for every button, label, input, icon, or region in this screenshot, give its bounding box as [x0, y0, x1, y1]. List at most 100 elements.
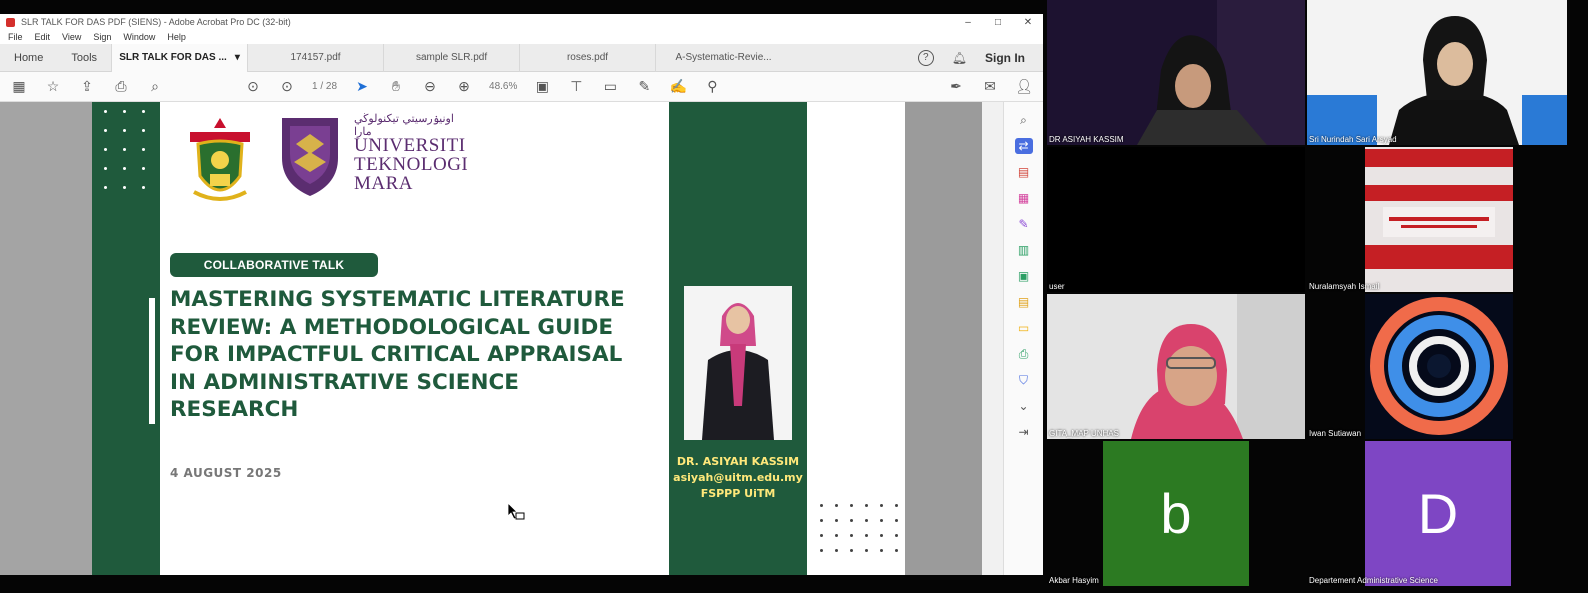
menu-help[interactable]: Help	[167, 32, 186, 42]
doc-tab-label: SLR TALK FOR DAS ...	[119, 52, 227, 63]
select-cursor-icon[interactable]: ➤	[353, 78, 371, 96]
university-name-line2: TEKNOLOGI	[354, 154, 469, 175]
menu-edit[interactable]: Edit	[35, 32, 51, 42]
create-pdf-icon[interactable]: ▤	[1015, 164, 1033, 180]
zoom-level-dropdown[interactable]: 48.6%	[489, 81, 517, 92]
participant-tile[interactable]: Sri Nurindah Sari Arsyad	[1307, 0, 1567, 145]
protect-icon[interactable]: ⛉	[1015, 372, 1033, 388]
doc-tab-label: 174157.pdf	[290, 52, 341, 63]
participant-tile[interactable]: D Departement Administrative Science	[1307, 441, 1567, 586]
page-up-icon[interactable]: ⊙	[244, 78, 262, 96]
participant-video	[1047, 294, 1305, 439]
help-icon[interactable]: ?	[917, 49, 934, 66]
doc-tab-systematic-review[interactable]: A-Systematic-Revie...	[655, 43, 791, 72]
university-name-line1: UNIVERSITI	[354, 135, 466, 156]
fit-page-icon[interactable]: ▣	[533, 78, 551, 96]
hand-tool-icon[interactable]: ✋︎	[387, 78, 405, 96]
email-icon[interactable]: ✉	[981, 78, 999, 96]
draw-icon[interactable]: ✍	[669, 78, 687, 96]
comment-icon[interactable]: ▭	[601, 78, 619, 96]
more-tools-icon[interactable]: ⌄	[1015, 398, 1033, 414]
participant-name: DR ASIYAH KASSIM	[1049, 135, 1124, 144]
main-toolbar: ▦ ☆ ⇪ ⎙ ⌕ ⊙ ⊙ 1 / 28 ➤ ✋︎ ⊖ ⊕ 48.6% ▣ ⊤ …	[0, 72, 1043, 102]
menu-bar: File Edit View Sign Window Help	[0, 30, 1043, 44]
speaker-email: asiyah@uitm.edu.my	[673, 471, 803, 484]
maximize-icon[interactable]: □	[983, 17, 1013, 28]
collapse-panel-icon[interactable]: ⇥	[1015, 424, 1033, 440]
left-gutter	[0, 102, 92, 575]
white-accent-bar	[149, 298, 155, 424]
zoom-in-icon[interactable]: ⊕	[455, 78, 473, 96]
participant-video	[1365, 294, 1513, 439]
fill-sign-icon[interactable]: ✒	[947, 78, 965, 96]
participant-tile[interactable]: Nuralamsyah Ismail	[1307, 147, 1567, 292]
thumbnails-icon[interactable]: ▦	[10, 78, 28, 96]
minimize-icon[interactable]: –	[953, 17, 983, 28]
sign-in-button[interactable]: Sign In	[985, 51, 1025, 65]
bell-icon[interactable]: 🔔︎	[952, 51, 967, 65]
fill-sign-panel-icon[interactable]: ✎	[1015, 216, 1033, 232]
participant-avatar: b	[1103, 441, 1249, 586]
scan-icon[interactable]: ▤	[1015, 294, 1033, 310]
university-name: UNIVERSITI TEKNOLOGI MARA	[354, 136, 468, 193]
combine-files-icon[interactable]: ▣	[1015, 268, 1033, 284]
avatar-letter: D	[1417, 482, 1459, 545]
dot-pattern-bottom	[820, 504, 898, 552]
avatar-letter: b	[1160, 482, 1192, 545]
export-pdf-icon[interactable]: ⇄	[1014, 138, 1033, 154]
participant-tile[interactable]: GITA_MAP UNHAS	[1047, 294, 1305, 439]
university-name-line3: MARA	[354, 173, 414, 194]
doc-tab-slr-talk[interactable]: SLR TALK FOR DAS ... ▾	[111, 43, 248, 72]
menu-window[interactable]: Window	[123, 32, 155, 42]
doc-tab-roses[interactable]: roses.pdf	[519, 43, 655, 72]
edit-pdf-icon[interactable]: ▦	[1015, 190, 1033, 206]
dot-pattern-top	[104, 110, 145, 189]
bookmark-star-icon[interactable]: ☆	[44, 78, 62, 96]
print-icon[interactable]: ⎙	[112, 78, 130, 96]
slide-date: 4 AUGUST 2025	[170, 466, 282, 480]
zoom-search-icon[interactable]: ⌕	[1015, 112, 1033, 128]
participant-video	[1047, 0, 1305, 145]
participant-name: user	[1049, 282, 1065, 291]
title-bar: SLR TALK FOR DAS PDF (SIENS) - Adobe Acr…	[0, 14, 1043, 30]
menu-sign[interactable]: Sign	[93, 32, 111, 42]
tab-dropdown-icon[interactable]: ▾	[235, 52, 240, 63]
close-icon[interactable]: ✕	[1013, 17, 1043, 28]
doc-tab-174157[interactable]: 174157.pdf	[247, 43, 383, 72]
tab-tools[interactable]: Tools	[57, 52, 111, 64]
comment-panel-icon[interactable]: ▭	[1015, 320, 1033, 336]
search-icon[interactable]: ⌕	[146, 78, 164, 96]
participant-name: Akbar Hasyim	[1049, 576, 1099, 585]
share-user-icon[interactable]: 👤︎	[1015, 78, 1033, 96]
tools-right-panel: ⌕ ⇄ ▤ ▦ ✎ ▥ ▣ ▤ ▭ ⎙ ⛉ ⌄ ⇥	[1003, 102, 1043, 575]
organize-pages-icon[interactable]: ▥	[1015, 242, 1033, 258]
zoom-out-icon[interactable]: ⊖	[421, 78, 439, 96]
vertical-scrollbar[interactable]	[982, 102, 1003, 575]
slide-title: MASTERING SYSTEMATIC LITERATURE REVIEW: …	[170, 287, 625, 422]
participant-tile[interactable]: user	[1047, 147, 1305, 292]
scroll-mode-icon[interactable]: ⊤	[567, 78, 585, 96]
participant-name: Iwan Sutiawan	[1309, 429, 1362, 438]
screen: SLR TALK FOR DAS PDF (SIENS) - Adobe Acr…	[0, 0, 1588, 593]
page-indicator[interactable]: 1 / 28	[312, 81, 337, 92]
unhas-crest-logo	[190, 118, 250, 201]
window-controls: – □ ✕	[953, 17, 1043, 28]
menu-file[interactable]: File	[8, 32, 23, 42]
page-down-icon[interactable]: ⊙	[278, 78, 296, 96]
menu-view[interactable]: View	[62, 32, 81, 42]
participant-name: Departement Administrative Science	[1309, 576, 1438, 585]
doc-tab-label: A-Systematic-Revie...	[675, 52, 772, 63]
participant-tile[interactable]: Iwan Sutiawan	[1307, 294, 1567, 439]
doc-tab-sample-slr[interactable]: sample SLR.pdf	[383, 43, 519, 72]
highlight-pen-icon[interactable]: ✎	[635, 78, 653, 96]
print-production-icon[interactable]: ⎙	[1015, 346, 1033, 362]
stamp-icon[interactable]: ⚲	[703, 78, 721, 96]
tab-bar-right: ? 🔔︎ Sign In	[917, 49, 1043, 66]
upload-cloud-icon[interactable]: ⇪	[78, 78, 96, 96]
tab-home[interactable]: Home	[0, 52, 57, 64]
participant-tile[interactable]: b Akbar Hasyim	[1047, 441, 1305, 586]
doc-tab-label: sample SLR.pdf	[415, 52, 488, 63]
acrobat-window: SLR TALK FOR DAS PDF (SIENS) - Adobe Acr…	[0, 14, 1043, 575]
participant-name: GITA_MAP UNHAS	[1049, 429, 1119, 438]
participant-tile[interactable]: DR ASIYAH KASSIM	[1047, 0, 1305, 145]
